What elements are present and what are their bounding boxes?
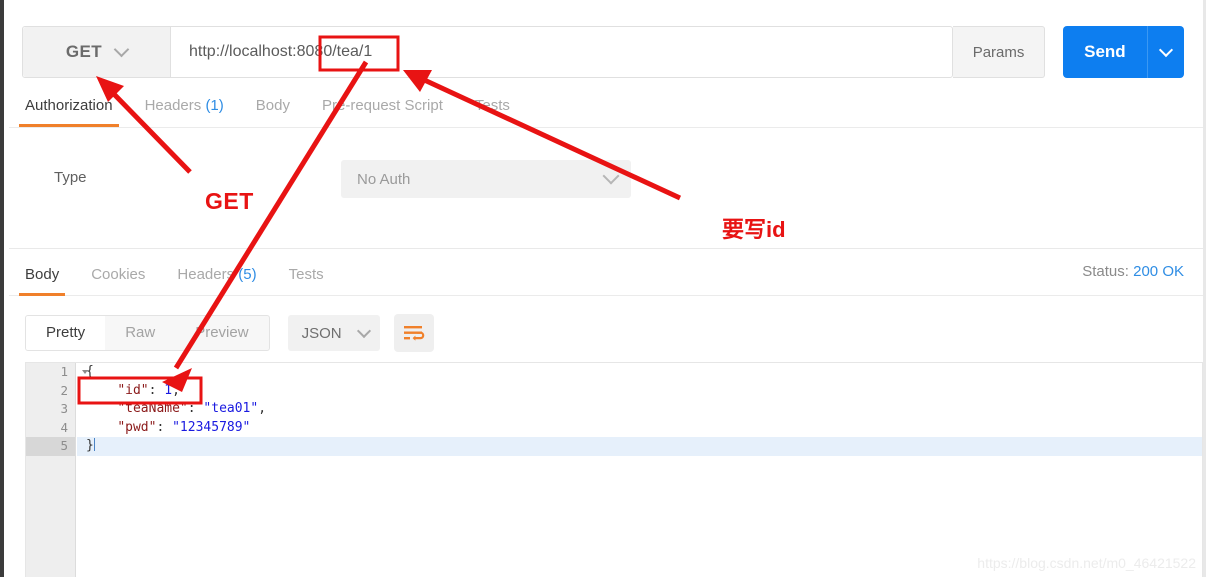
code-token: :	[148, 382, 165, 398]
auth-type-label: Type	[54, 169, 87, 186]
line-number: 2	[60, 382, 68, 398]
tab-tests[interactable]: Tests	[459, 90, 526, 126]
annotation-get-text: GET	[205, 188, 254, 214]
code-token: 1	[164, 382, 173, 398]
editor-gutter: 1 2 3 4 5	[26, 363, 88, 577]
code-token: "id"	[117, 382, 149, 398]
tab-label: Pre-request Script	[321, 97, 443, 114]
request-bar: GET http://localhost:8080/tea/1 Params S…	[22, 26, 1184, 78]
code-token: "12345789"	[172, 419, 251, 435]
code-token: :	[156, 419, 173, 435]
http-method-label: GET	[65, 42, 103, 61]
chevron-down-icon	[113, 41, 130, 58]
watermark: https://blog.csdn.net/m0_46421522	[977, 555, 1196, 571]
response-body-editor[interactable]: 1 2 3 4 5 { "id": 1, "teaName": "tea01",…	[25, 362, 1203, 577]
send-button-group: Send	[1062, 26, 1184, 78]
code-line: "teaName": "tea01",	[77, 400, 1202, 419]
view-mode-raw[interactable]: Raw	[105, 316, 175, 350]
response-tab-tests[interactable]: Tests	[273, 259, 340, 295]
response-tab-body[interactable]: Body	[9, 259, 75, 296]
tab-label: Body	[255, 97, 290, 114]
code-token: ,	[258, 401, 267, 416]
code-token: "pwd"	[117, 419, 157, 435]
response-tab-cookies[interactable]: Cookies	[75, 259, 161, 295]
tab-badge: (1)	[205, 97, 224, 114]
auth-type-select[interactable]: No Auth	[341, 160, 631, 198]
params-button[interactable]: Params	[953, 26, 1045, 78]
word-wrap-icon	[403, 326, 424, 341]
send-button[interactable]: Send	[1062, 26, 1148, 78]
request-tabs: Authorization Headers (1) Body Pre-reque…	[9, 90, 1203, 128]
tab-label: Tests	[474, 97, 510, 114]
http-method-select[interactable]: GET	[23, 27, 171, 77]
tab-label: Headers	[177, 266, 235, 283]
status-value: 200 OK	[1133, 263, 1184, 280]
tab-label: Cookies	[91, 266, 146, 283]
tab-label: Authorization	[25, 97, 113, 114]
method-url-group: GET http://localhost:8080/tea/1	[22, 26, 954, 78]
annotation-id-text: 要写id	[722, 217, 786, 242]
tab-headers[interactable]: Headers (1)	[129, 90, 240, 126]
auth-type-value: No Auth	[357, 170, 411, 188]
tab-authorization[interactable]: Authorization	[9, 90, 129, 127]
format-value: JSON	[301, 324, 342, 342]
status-badge: Status: 200 OK	[1082, 263, 1184, 280]
word-wrap-button[interactable]	[393, 314, 434, 352]
code-token: {	[86, 364, 94, 379]
code-token: :	[187, 401, 204, 416]
response-tabs: Body Cookies Headers (5) Tests	[9, 259, 1203, 296]
tab-badge: (5)	[238, 266, 257, 283]
code-token: ,	[172, 382, 180, 398]
response-tab-headers[interactable]: Headers (5)	[161, 259, 272, 295]
code-token: }	[86, 438, 94, 453]
tab-label: Body	[25, 266, 60, 283]
code-line: }	[77, 437, 1202, 456]
line-number: 3	[60, 401, 68, 416]
line-number: 4	[60, 419, 68, 435]
tab-body[interactable]: Body	[240, 90, 306, 126]
send-options-button[interactable]	[1147, 26, 1184, 78]
tab-label: Tests	[288, 266, 324, 283]
code-line: "pwd": "12345789"	[77, 419, 1202, 438]
chevron-down-icon	[1158, 42, 1174, 58]
view-mode-group: Pretty Raw Preview	[25, 315, 270, 351]
view-mode-pretty[interactable]: Pretty	[26, 316, 106, 350]
code-line: "id": 1,	[77, 382, 1202, 401]
tab-label: Headers	[144, 97, 202, 114]
url-input[interactable]: http://localhost:8080/tea/1	[171, 27, 953, 77]
status-label: Status:	[1082, 263, 1129, 280]
tab-pre-request-script[interactable]: Pre-request Script	[306, 90, 459, 126]
line-number: 5	[26, 437, 75, 456]
chevron-down-icon	[356, 323, 371, 338]
code-token: "tea01"	[203, 401, 259, 416]
response-toolbar: Pretty Raw Preview JSON	[25, 314, 434, 352]
view-mode-preview[interactable]: Preview	[175, 316, 268, 350]
text-caret	[93, 438, 95, 451]
line-number: 1	[26, 363, 88, 382]
format-select[interactable]: JSON	[287, 315, 380, 351]
editor-code-area[interactable]: { "id": 1, "teaName": "tea01", "pwd": "1…	[77, 363, 1202, 577]
code-line: {	[77, 363, 1202, 382]
code-token: "teaName"	[117, 401, 188, 416]
chevron-down-icon	[602, 167, 620, 185]
